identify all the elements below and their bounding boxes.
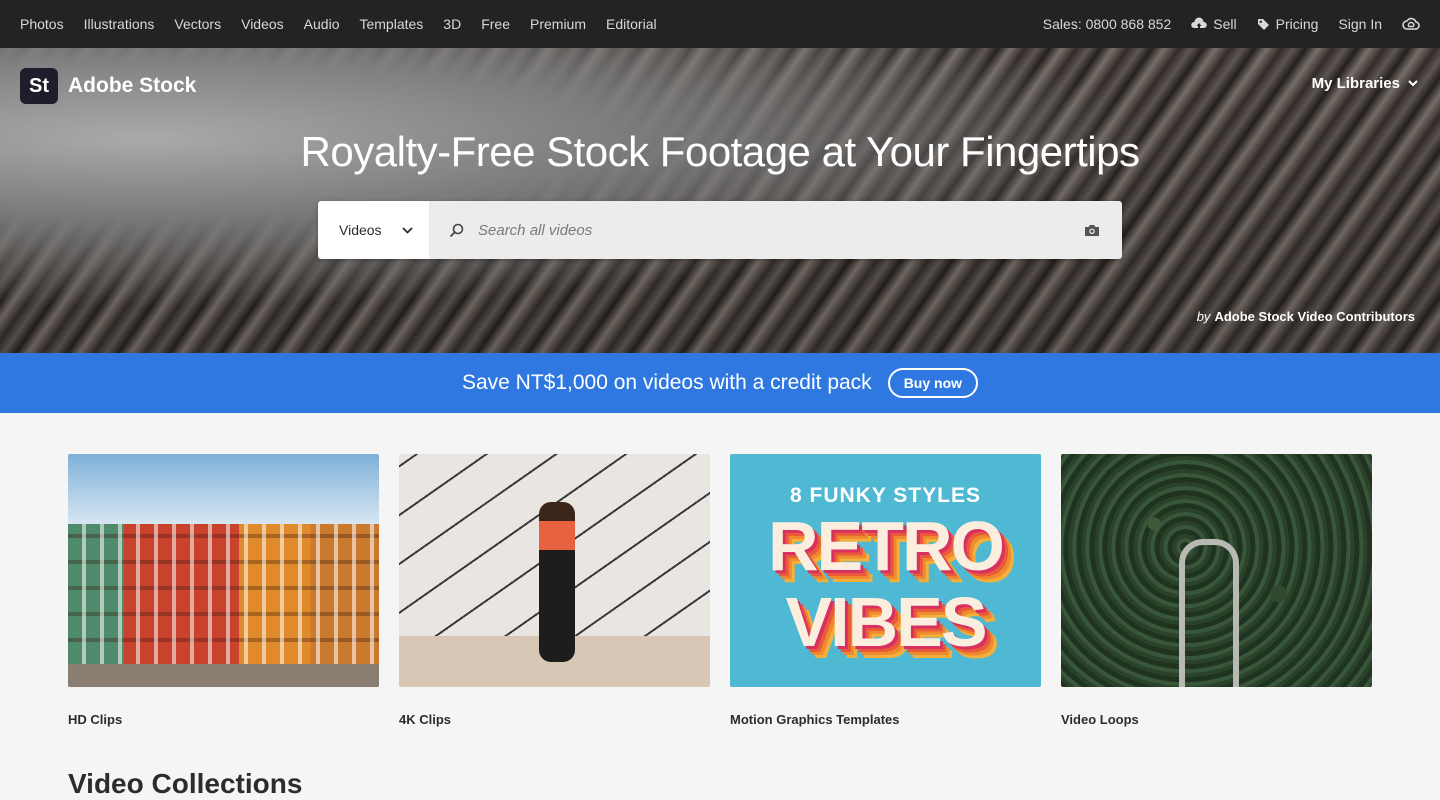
promo-banner: Save NT$1,000 on videos with a credit pa… xyxy=(0,353,1440,413)
nav-link-photos[interactable]: Photos xyxy=(20,16,64,32)
my-libraries-label: My Libraries xyxy=(1311,75,1400,92)
thumbnail-title-line1: RETRO xyxy=(768,507,1005,585)
camera-icon[interactable] xyxy=(1084,224,1100,237)
credit-by: by xyxy=(1196,309,1211,324)
card-label[interactable]: HD Clips xyxy=(68,712,379,727)
building-facades xyxy=(68,523,379,664)
pricing-link[interactable]: Pricing xyxy=(1257,16,1319,32)
card-label[interactable]: 4K Clips xyxy=(399,712,710,727)
top-navigation-bar: Photos Illustrations Vectors Videos Audi… xyxy=(0,0,1440,48)
search-icon xyxy=(449,223,464,237)
category-card-motion-graphics[interactable]: 8 FUNKY STYLES RETRO VIBES Motion Graphi… xyxy=(730,454,1041,727)
thumbnail-subtitle: 8 FUNKY STYLES xyxy=(790,484,981,507)
section-title: Video Collections xyxy=(68,768,303,799)
thumbnail-title-line2: VIBES xyxy=(785,583,987,661)
nav-link-free[interactable]: Free xyxy=(481,16,510,32)
nav-link-premium[interactable]: Premium xyxy=(530,16,586,32)
nav-link-illustrations[interactable]: Illustrations xyxy=(84,16,155,32)
card-label[interactable]: Motion Graphics Templates xyxy=(730,712,1041,727)
category-card-hd-clips[interactable]: HD Clips xyxy=(68,454,379,727)
sell-label: Sell xyxy=(1213,16,1237,32)
search-type-dropdown[interactable]: Videos xyxy=(318,201,429,259)
chevron-down-icon xyxy=(1408,80,1418,87)
search-bar: Videos xyxy=(318,201,1122,259)
nav-link-editorial[interactable]: Editorial xyxy=(606,16,657,32)
nav-link-3d[interactable]: 3D xyxy=(443,16,461,32)
asset-type-links: Photos Illustrations Vectors Videos Audi… xyxy=(20,16,677,32)
hd-clips-thumbnail[interactable] xyxy=(68,454,379,687)
sign-in-link[interactable]: Sign In xyxy=(1338,16,1382,32)
price-tag-icon xyxy=(1257,18,1269,30)
athlete-figure xyxy=(539,502,575,662)
search-input[interactable] xyxy=(476,220,1084,240)
sell-link[interactable]: Sell xyxy=(1191,16,1237,32)
nav-link-templates[interactable]: Templates xyxy=(359,16,423,32)
nav-link-vectors[interactable]: Vectors xyxy=(174,16,221,32)
buy-now-button[interactable]: Buy now xyxy=(887,368,979,398)
hero-banner: St Adobe Stock My Libraries Royalty-Free… xyxy=(0,48,1440,353)
chevron-down-icon xyxy=(402,226,413,234)
winding-road xyxy=(1179,539,1239,687)
promo-text: Save NT$1,000 on videos with a credit pa… xyxy=(461,371,872,394)
my-libraries-menu[interactable]: My Libraries xyxy=(1312,75,1418,92)
image-credit: by Adobe Stock Video Contributors xyxy=(1197,309,1415,324)
search-type-value: Videos xyxy=(339,222,382,238)
logo-wordmark: Adobe Stock xyxy=(68,74,197,97)
cloud-upload-icon xyxy=(1191,17,1208,30)
account-links: Sales: 0800 868 852 Sell Pricing Sign In xyxy=(1023,16,1420,32)
search-field xyxy=(429,201,1122,259)
logo-badge: St xyxy=(20,68,58,104)
category-card-4k-clips[interactable]: 4K Clips xyxy=(399,454,710,727)
category-card-video-loops[interactable]: Video Loops xyxy=(1061,454,1372,727)
sales-phone[interactable]: Sales: 0800 868 852 xyxy=(1043,16,1171,32)
motion-graphics-thumbnail[interactable]: 8 FUNKY STYLES RETRO VIBES xyxy=(730,454,1041,687)
adobe-stock-logo[interactable]: St Adobe Stock xyxy=(20,68,196,104)
street-ground xyxy=(68,663,379,687)
nav-link-videos[interactable]: Videos xyxy=(241,16,284,32)
sales-phone-label: Sales: 0800 868 852 xyxy=(1042,16,1172,32)
hero-headline: Royalty-Free Stock Footage at Your Finge… xyxy=(300,128,1140,175)
sign-in-label: Sign In xyxy=(1338,16,1382,32)
creative-cloud-icon[interactable] xyxy=(1402,17,1420,31)
credit-name: Adobe Stock Video Contributors xyxy=(1214,309,1415,324)
nav-link-audio[interactable]: Audio xyxy=(304,16,340,32)
card-label[interactable]: Video Loops xyxy=(1061,712,1372,727)
pricing-label: Pricing xyxy=(1275,16,1319,32)
video-loops-thumbnail[interactable] xyxy=(1061,454,1372,687)
4k-clips-thumbnail[interactable] xyxy=(399,454,710,687)
